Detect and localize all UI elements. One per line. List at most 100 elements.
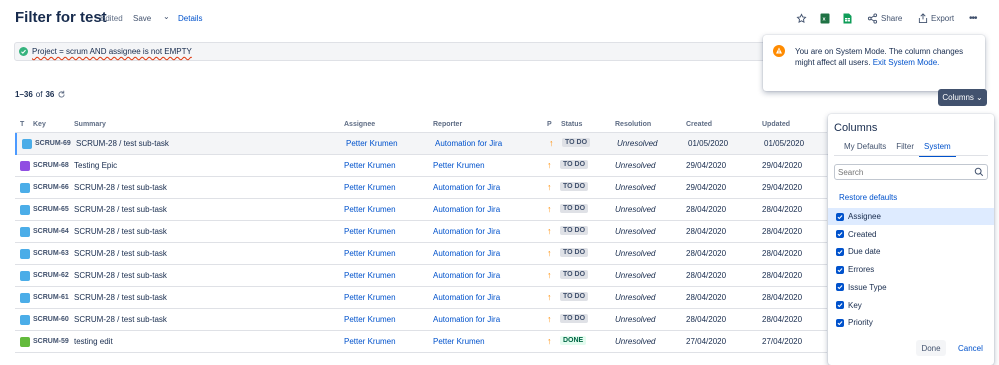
issue-key[interactable]: SCRUM-60 — [33, 316, 69, 323]
col-header-updated[interactable]: Updated — [762, 121, 790, 128]
status-badge[interactable]: TO DO — [560, 292, 589, 301]
issue-reporter[interactable]: Automation for Jira — [433, 183, 500, 192]
issue-key[interactable]: SCRUM-59 — [33, 338, 69, 345]
status-badge[interactable]: TO DO — [560, 226, 589, 235]
issue-summary[interactable]: testing edit — [74, 337, 113, 346]
table-row[interactable]: SCRUM-68 Testing Epic Petter Krumen Petter … — [15, 155, 827, 177]
table-row[interactable]: SCRUM-69 SCRUM-28 / test sub-task Petter K… — [15, 133, 829, 155]
issue-reporter[interactable]: Petter Krumen — [433, 161, 485, 170]
table-row[interactable]: SCRUM-65 SCRUM-28 / test sub-task Petter K… — [15, 199, 827, 221]
checkbox-checked-icon[interactable] — [836, 301, 844, 309]
save-button[interactable]: Save — [133, 14, 151, 23]
col-header-assignee[interactable]: Assignee — [344, 121, 375, 128]
column-option-priority[interactable]: Priority — [828, 314, 994, 331]
issue-summary[interactable]: SCRUM-28 / test sub-task — [74, 227, 167, 236]
issue-key[interactable]: SCRUM-65 — [33, 206, 69, 213]
table-row[interactable]: SCRUM-63 SCRUM-28 / test sub-task Petter K… — [15, 243, 827, 265]
issue-key[interactable]: SCRUM-69 — [35, 140, 71, 147]
issue-reporter[interactable]: Automation for Jira — [433, 249, 500, 258]
issue-assignee[interactable]: Petter Krumen — [344, 293, 396, 302]
issue-reporter[interactable]: Automation for Jira — [433, 293, 500, 302]
issue-key[interactable]: SCRUM-66 — [33, 184, 69, 191]
column-option-assignee[interactable]: Assignee — [828, 208, 994, 225]
col-header-status[interactable]: Status — [561, 121, 582, 128]
issue-summary[interactable]: SCRUM-28 / test sub-task — [74, 315, 167, 324]
col-header-created[interactable]: Created — [686, 121, 712, 128]
issue-reporter[interactable]: Automation for Jira — [433, 227, 500, 236]
column-option-due-date[interactable]: Due date — [828, 243, 994, 260]
exit-system-mode-link[interactable]: Exit System Mode. — [873, 58, 940, 67]
issue-summary[interactable]: SCRUM-28 / test sub-task — [74, 271, 167, 280]
issue-assignee[interactable]: Petter Krumen — [344, 161, 396, 170]
star-button[interactable] — [796, 11, 807, 25]
table-row[interactable]: SCRUM-59 testing edit Petter Krumen Petter … — [15, 331, 827, 353]
table-row[interactable]: SCRUM-64 SCRUM-28 / test sub-task Petter K… — [15, 221, 827, 243]
cancel-button[interactable]: Cancel — [958, 344, 983, 353]
issue-key[interactable]: SCRUM-68 — [33, 162, 69, 169]
issue-assignee[interactable]: Petter Krumen — [344, 337, 396, 346]
restore-defaults-link[interactable]: Restore defaults — [839, 193, 897, 202]
checkbox-checked-icon[interactable] — [836, 283, 844, 292]
status-badge[interactable]: TO DO — [560, 248, 589, 257]
issue-summary[interactable]: SCRUM-28 / test sub-task — [74, 183, 167, 192]
status-badge[interactable]: TO DO — [560, 160, 589, 169]
checkbox-checked-icon[interactable] — [836, 230, 844, 239]
checkbox-checked-icon[interactable] — [836, 318, 844, 327]
column-option-issue-type[interactable]: Issue Type — [828, 279, 994, 296]
status-badge[interactable]: TO DO — [560, 314, 589, 323]
issue-reporter[interactable]: Automation for Jira — [435, 139, 502, 148]
status-badge[interactable]: TO DO — [560, 270, 589, 279]
table-row[interactable]: SCRUM-61 SCRUM-28 / test sub-task Petter K… — [15, 287, 827, 309]
column-option-errores[interactable]: Errores — [828, 261, 994, 278]
table-row[interactable]: SCRUM-60 SCRUM-28 / test sub-task Petter K… — [15, 309, 827, 331]
status-badge[interactable]: TO DO — [562, 138, 591, 147]
export-button[interactable]: Export — [918, 11, 954, 25]
more-actions-button[interactable]: ••• — [969, 11, 977, 25]
status-badge[interactable]: TO DO — [560, 182, 589, 191]
refresh-icon[interactable] — [57, 90, 66, 99]
issue-summary[interactable]: SCRUM-28 / test sub-task — [76, 139, 169, 148]
column-option-created[interactable]: Created — [828, 226, 994, 243]
issue-reporter[interactable]: Automation for Jira — [433, 315, 500, 324]
issue-reporter[interactable]: Petter Krumen — [433, 337, 485, 346]
excel-button[interactable]: x — [820, 11, 830, 25]
issue-summary[interactable]: SCRUM-28 / test sub-task — [74, 249, 167, 258]
share-button[interactable]: Share — [867, 11, 902, 25]
col-header-reporter[interactable]: Reporter — [433, 121, 462, 128]
issue-reporter[interactable]: Automation for Jira — [433, 271, 500, 280]
col-header-resolution[interactable]: Resolution — [615, 121, 651, 128]
details-button[interactable]: Details — [178, 14, 202, 23]
issue-assignee[interactable]: Petter Krumen — [346, 139, 398, 148]
table-row[interactable]: SCRUM-66 SCRUM-28 / test sub-task Petter K… — [15, 177, 827, 199]
issue-assignee[interactable]: Petter Krumen — [344, 227, 396, 236]
issue-key[interactable]: SCRUM-63 — [33, 250, 69, 257]
done-button[interactable]: Done — [916, 340, 946, 356]
column-search-input[interactable] — [838, 167, 968, 178]
sheets-button[interactable] — [843, 11, 852, 25]
col-header-priority[interactable]: P — [547, 121, 552, 128]
issue-assignee[interactable]: Petter Krumen — [344, 183, 396, 192]
column-search-field[interactable] — [834, 164, 988, 180]
col-header-summary[interactable]: Summary — [74, 121, 106, 128]
jql-query-bar[interactable]: Project = scrum AND assignee is not EMPT… — [14, 42, 774, 61]
table-row[interactable]: SCRUM-62 SCRUM-28 / test sub-task Petter K… — [15, 265, 827, 287]
issue-key[interactable]: SCRUM-64 — [33, 228, 69, 235]
checkbox-checked-icon[interactable] — [836, 247, 844, 256]
issue-summary[interactable]: SCRUM-28 / test sub-task — [74, 293, 167, 302]
status-badge[interactable]: DONE — [560, 336, 587, 345]
issue-key[interactable]: SCRUM-61 — [33, 294, 69, 301]
col-header-key[interactable]: Key — [33, 121, 46, 128]
col-header-type[interactable]: T — [20, 121, 24, 128]
status-badge[interactable]: TO DO — [560, 204, 589, 213]
checkbox-checked-icon[interactable] — [836, 212, 844, 221]
columns-button[interactable]: Columns ⌄ — [938, 89, 987, 106]
issue-assignee[interactable]: Petter Krumen — [344, 249, 396, 258]
issue-summary[interactable]: SCRUM-28 / test sub-task — [74, 205, 167, 214]
save-dropdown-chevron-icon[interactable]: ⌄ — [163, 12, 170, 21]
column-option-key[interactable]: Key — [828, 297, 994, 314]
issue-assignee[interactable]: Petter Krumen — [344, 271, 396, 280]
checkbox-checked-icon[interactable] — [836, 265, 844, 274]
issue-summary[interactable]: Testing Epic — [74, 161, 117, 170]
issue-assignee[interactable]: Petter Krumen — [344, 205, 396, 214]
issue-reporter[interactable]: Automation for Jira — [433, 205, 500, 214]
